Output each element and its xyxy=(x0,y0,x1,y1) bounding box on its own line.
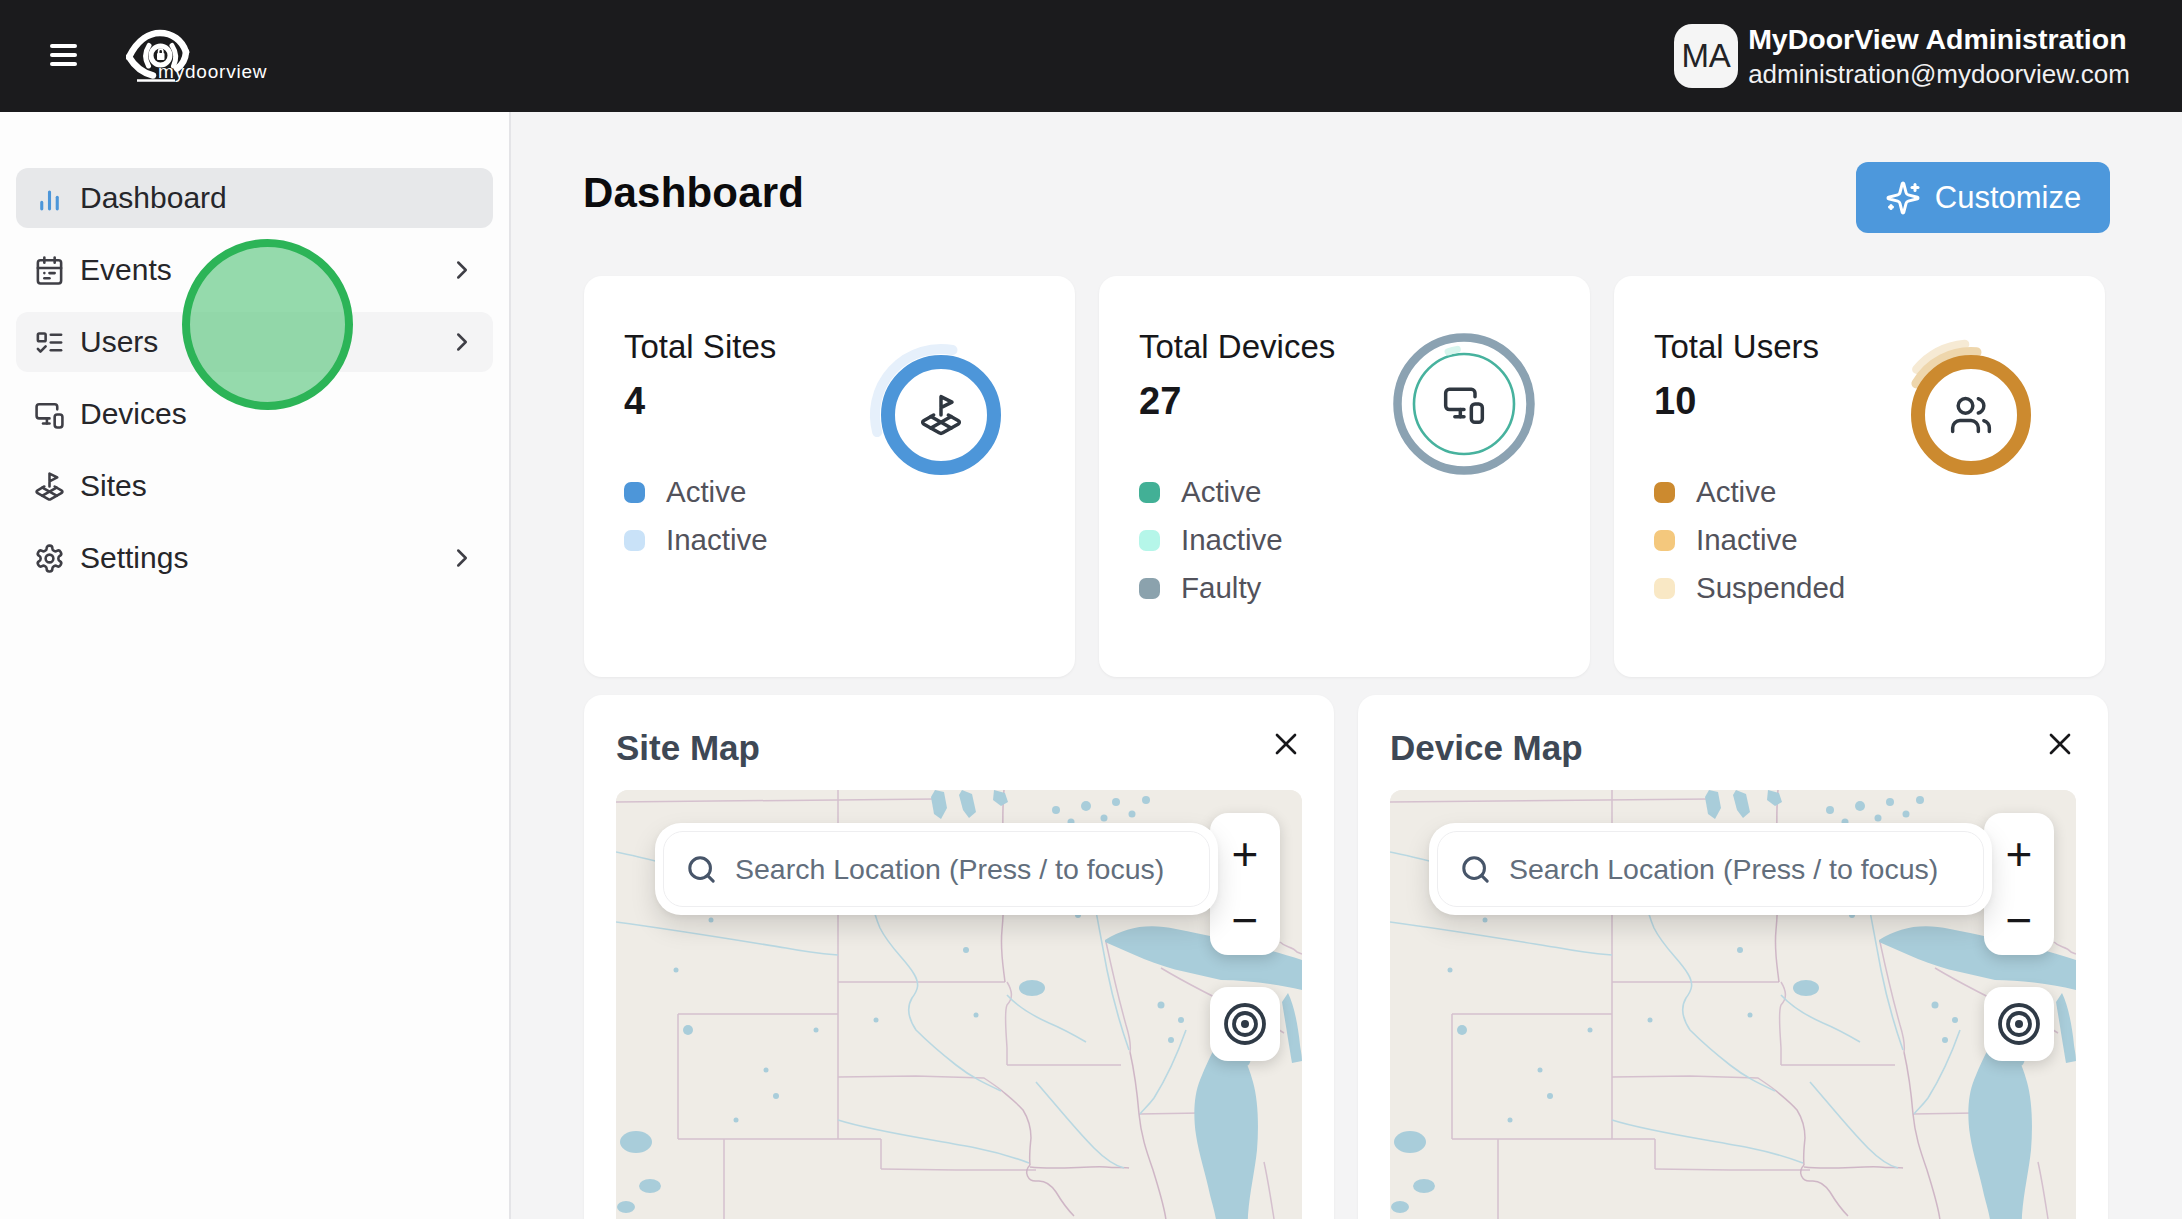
svg-text:mydoorview: mydoorview xyxy=(158,61,267,82)
